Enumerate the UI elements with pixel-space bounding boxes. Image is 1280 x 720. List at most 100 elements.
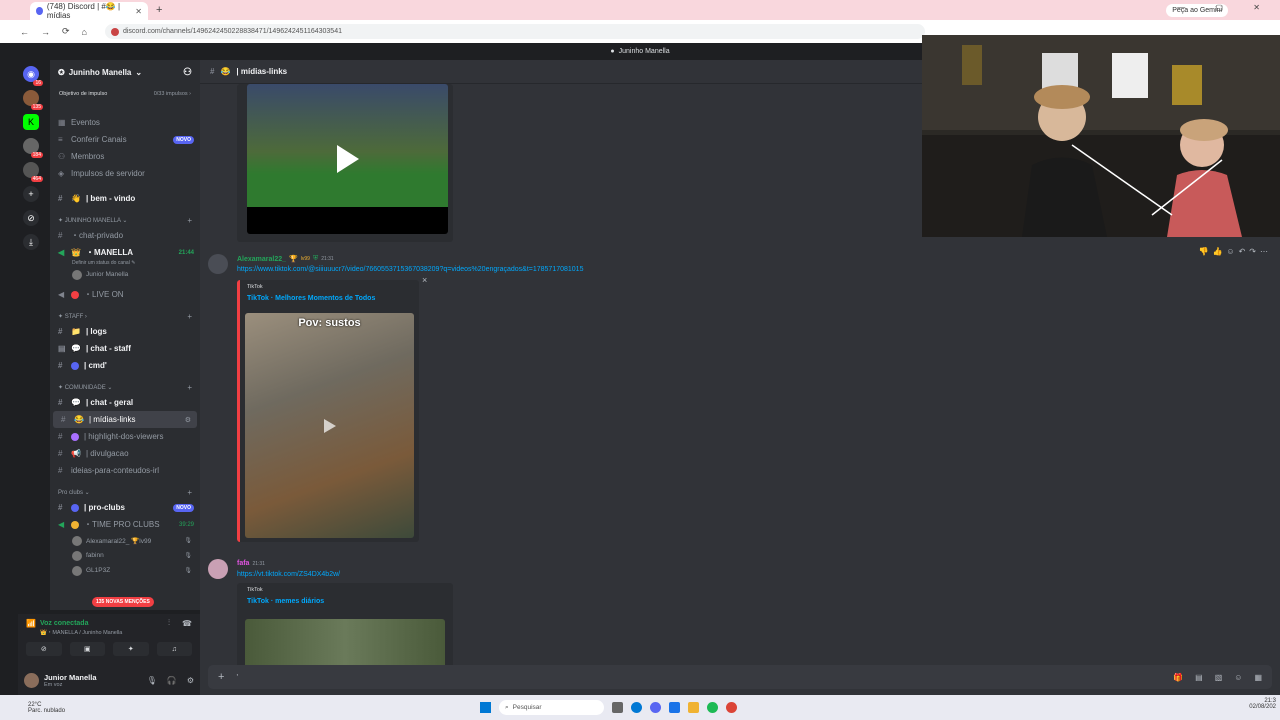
channel-logs[interactable]: # 📁 | logs — [50, 323, 200, 340]
add-server-icon[interactable]: + — [23, 186, 39, 202]
play-icon[interactable] — [323, 418, 336, 433]
camera-button[interactable]: ⊘ — [26, 642, 62, 656]
reply-icon[interactable]: ↶ — [1239, 247, 1246, 256]
invite-icon[interactable]: ⚇ — [183, 67, 192, 78]
headphones-icon[interactable]: 🎧 — [167, 676, 177, 685]
more-icon[interactable]: ⋯ — [1260, 247, 1268, 256]
add-reaction-icon[interactable]: ☺ — [1226, 247, 1234, 256]
explore-icon[interactable]: ⊘ — [23, 210, 39, 226]
server-kick[interactable]: K — [23, 114, 39, 130]
new-mentions-pill[interactable]: 135 NOVAS MENÇÕES — [92, 597, 154, 607]
voice-member[interactable]: GL1P3Z 🎙 — [50, 563, 200, 578]
category-pro-clubs[interactable]: Pro clubs ⌄ + — [50, 485, 200, 499]
embed-title[interactable]: TikTok · memes diários — [247, 598, 324, 605]
video-thumbnail[interactable]: Pov: sustos — [245, 313, 414, 538]
avatar[interactable] — [208, 254, 228, 274]
gift-icon[interactable]: 🎁 — [1173, 673, 1183, 682]
add-channel-icon[interactable]: + — [187, 216, 192, 225]
site-info-icon[interactable] — [110, 27, 119, 36]
chrome-icon[interactable] — [726, 702, 737, 713]
spotify-icon[interactable] — [707, 702, 718, 713]
channel-cmd[interactable]: # | cmd' — [50, 357, 200, 374]
message-link[interactable]: https://www.tiktok.com/@siiiuuucr7/video… — [237, 266, 583, 273]
channel-divulgacao[interactable]: # 📢 | divulgacao — [50, 445, 200, 462]
message-link[interactable]: https://vt.tiktok.com/ZS4DX4b2w/ — [237, 571, 340, 578]
system-clock[interactable]: 21:3 02/08/202 — [1249, 698, 1276, 710]
task-view-icon[interactable] — [612, 702, 623, 713]
taskbar-search[interactable]: ⌕ Pesquisar — [499, 700, 604, 715]
channel-midias-links[interactable]: # 😂 | mídias-links ⚙ — [53, 411, 197, 428]
add-channel-icon[interactable]: + — [187, 488, 192, 497]
store-icon[interactable] — [669, 702, 680, 713]
emoji-icon[interactable]: ☺ — [1234, 673, 1242, 682]
nav-membros[interactable]: ⚇ Membros — [50, 148, 200, 165]
screen-share-button[interactable]: ▣ — [69, 642, 105, 656]
new-tab-button[interactable]: + — [156, 4, 162, 16]
folder-icon[interactable] — [688, 702, 699, 713]
soundboard-button[interactable]: ♫ — [156, 642, 192, 656]
avatar[interactable] — [208, 559, 228, 579]
video-thumbnail[interactable] — [247, 84, 448, 234]
category-juninho-manella[interactable]: ✦ JUNINHO MANELLA ⌄ + — [50, 213, 200, 227]
gear-icon[interactable]: ⚙ — [187, 676, 194, 685]
remove-embed-icon[interactable]: × — [422, 275, 427, 285]
server-icon[interactable]: 135 — [23, 90, 43, 110]
message-composer[interactable]: + ' 🎁 ▤ ▧ ☺ ▦ — [208, 665, 1272, 689]
channel-settings-icon[interactable]: ⚙ — [185, 416, 191, 424]
weather-widget[interactable]: 22°C Parc. nublado — [28, 702, 65, 714]
home-icon[interactable]: ⌂ — [82, 27, 87, 37]
author-name[interactable]: Alexamaral22_ — [237, 256, 286, 263]
channel-chat-privado[interactable]: # ・chat-privado — [50, 227, 200, 244]
voice-member[interactable]: Alexamaral22_ 🏆lv99 🎙 — [50, 533, 200, 548]
edge-icon[interactable] — [631, 702, 642, 713]
microphone-icon[interactable]: 🎙 — [147, 676, 157, 685]
channel-chat-staff[interactable]: ▤ 💬 | chat - staff — [50, 340, 200, 357]
url-field[interactable]: discord.com/channels/1496242450228838471… — [104, 24, 925, 39]
nav-impulsos[interactable]: ◈ Impulsos de servidor — [50, 165, 200, 182]
embed-title[interactable]: TikTok · Melhores Momentos de Todos — [247, 295, 375, 302]
channel-pro-clubs[interactable]: # | pro-clubs NOVO — [50, 499, 200, 516]
reaction-icon[interactable]: 👎 — [1198, 247, 1208, 256]
window-controls[interactable]: — ▢ ✕ — [1177, 3, 1274, 12]
forward-arrow-icon[interactable]: → — [41, 27, 50, 37]
noise-suppression-icon[interactable]: ⫶ — [168, 618, 170, 628]
server-icon[interactable]: 464 — [23, 162, 43, 182]
voice-channel-manella[interactable]: ◀ 👑 ・MANELLA 21:44 — [50, 244, 200, 261]
gif-icon[interactable]: ▤ — [1195, 673, 1203, 682]
channel-highlight[interactable]: # | highlight-dos-viewers — [50, 428, 200, 445]
category-staff[interactable]: ✦ STAFF › + — [50, 309, 200, 323]
channel-chat-geral[interactable]: # 💬 | chat - geral — [50, 394, 200, 411]
guild-header[interactable]: ✪ Juninho Manella ⌄ ⚇ — [50, 60, 200, 84]
tab-close-icon[interactable]: ✕ — [135, 7, 142, 16]
composer-input[interactable]: ' — [236, 673, 238, 682]
reaction-icon[interactable]: 👍 — [1212, 247, 1222, 256]
nav-conferir-canais[interactable]: ≡ Conferir Canais NOVO — [50, 131, 200, 148]
back-arrow-icon[interactable]: ← — [20, 27, 29, 37]
activities-button[interactable]: ✦ — [113, 642, 149, 656]
boost-goal[interactable]: Objetivo de impulso 0/33 impulsos › — [54, 86, 196, 102]
nav-eventos[interactable]: ▦ Eventos — [50, 114, 200, 131]
sticker-icon[interactable]: ▧ — [1215, 673, 1223, 682]
add-channel-icon[interactable]: + — [187, 312, 192, 321]
server-icon[interactable]: 184 — [23, 138, 43, 158]
add-attachment-icon[interactable]: + — [218, 671, 224, 683]
server-home[interactable]: ◉ 16 — [23, 66, 43, 86]
browser-tab[interactable]: (748) Discord | #😂 | mídias ✕ — [30, 2, 148, 20]
author-name[interactable]: fafa — [237, 560, 249, 567]
voice-channel-time-pro[interactable]: ◀ ・TIME PRO CLUBS 39:29 — [50, 516, 200, 533]
channel-ideias[interactable]: # ideias-para-conteudos-irl — [50, 462, 200, 479]
forward-icon[interactable]: ↷ — [1249, 247, 1256, 256]
disconnect-icon[interactable]: ☎ — [182, 619, 192, 628]
windows-start-icon[interactable] — [480, 702, 491, 713]
play-icon[interactable] — [336, 145, 359, 173]
voice-member[interactable]: Junior Manella — [50, 267, 200, 282]
discord-icon[interactable] — [650, 702, 661, 713]
apps-icon[interactable]: ▦ — [1254, 673, 1262, 682]
channel-bem-vindo[interactable]: # 👋 | bem - vindo — [50, 190, 200, 207]
voice-member[interactable]: fabinn 🎙 — [50, 548, 200, 563]
download-icon[interactable]: ⤓ — [23, 234, 39, 250]
voice-channel-live-on[interactable]: ◀ ・LIVE ON — [50, 286, 200, 303]
add-channel-icon[interactable]: + — [187, 383, 192, 392]
reload-icon[interactable]: ⟳ — [62, 26, 70, 37]
category-comunidade[interactable]: ✦ COMUNIDADE ⌄ + — [50, 380, 200, 394]
